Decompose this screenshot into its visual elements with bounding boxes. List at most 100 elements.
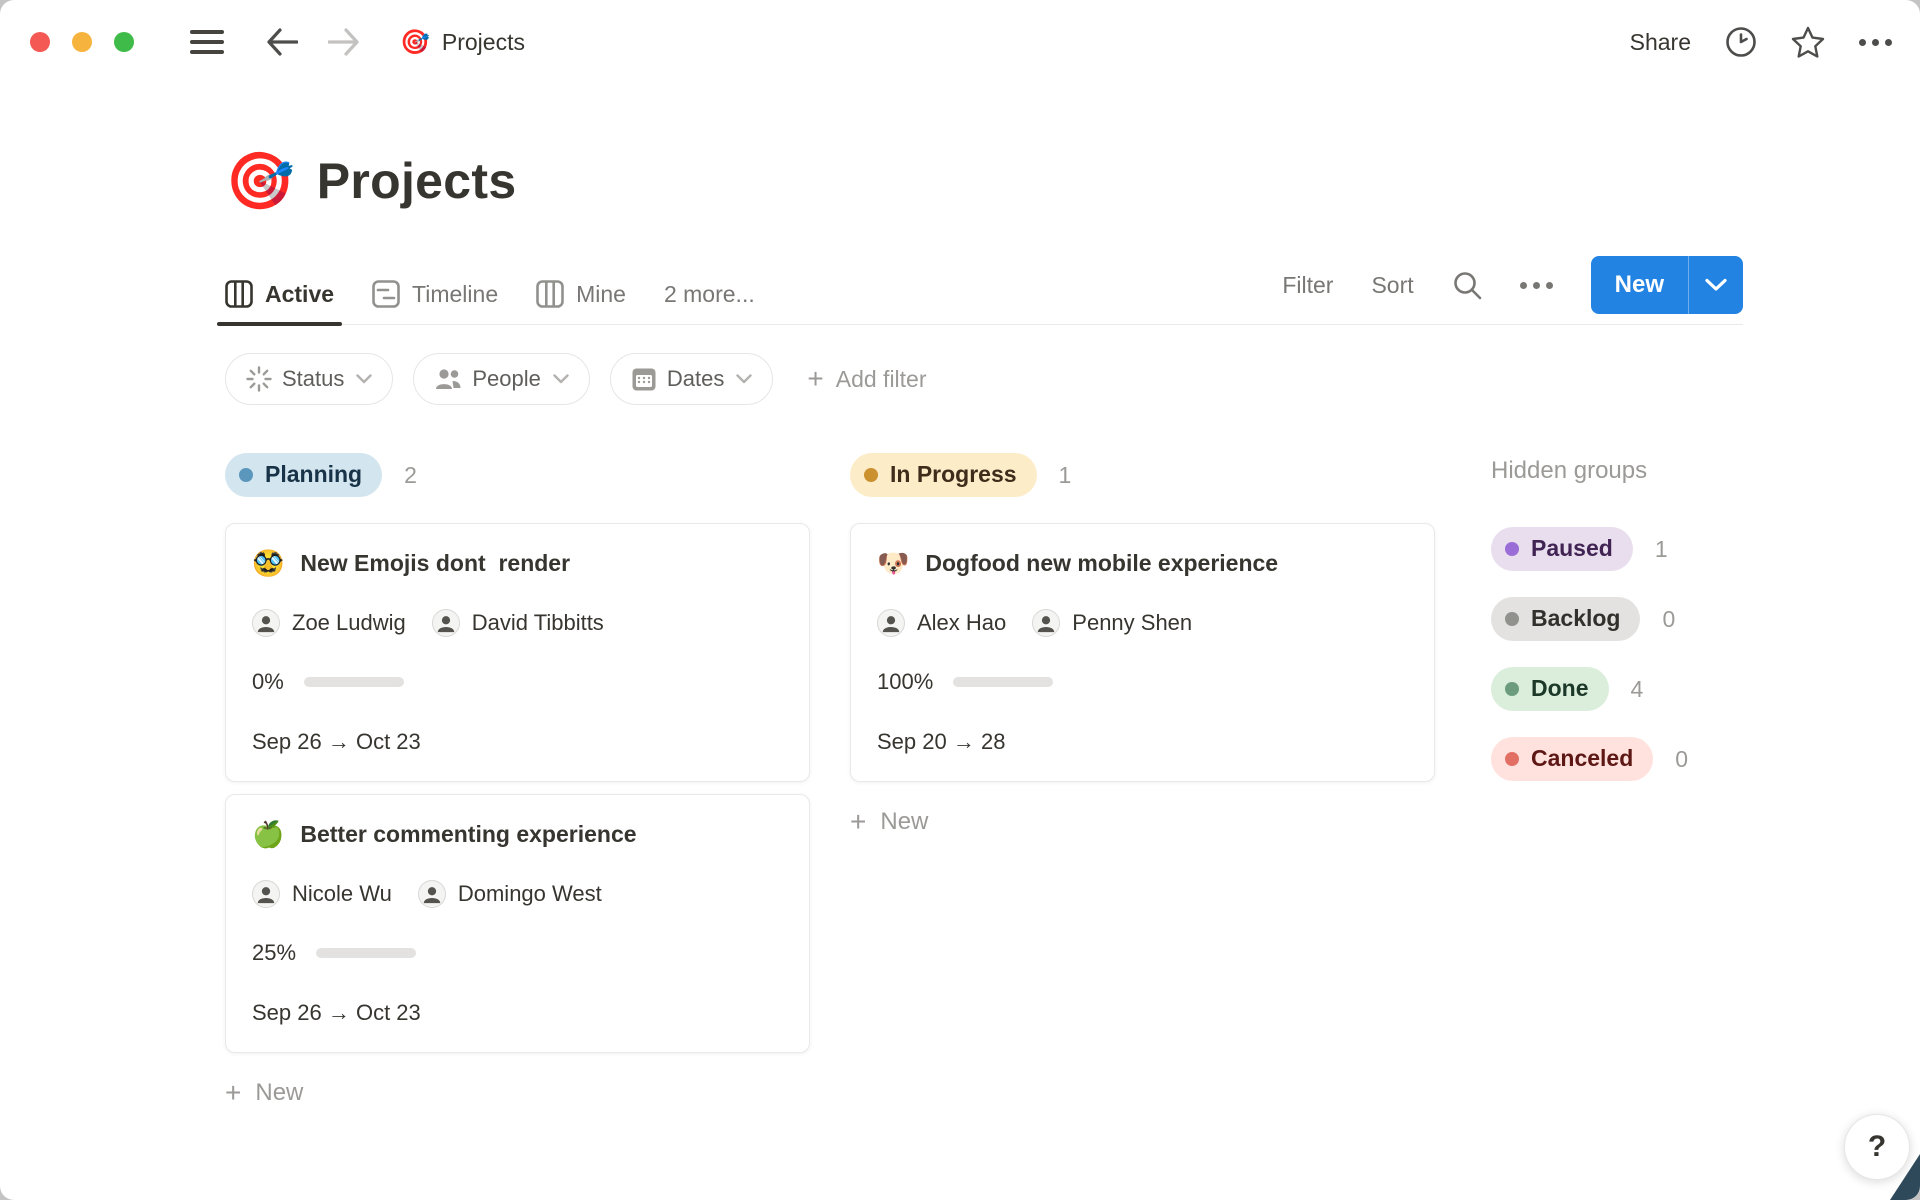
- avatar: [431, 609, 460, 637]
- timeline-icon: [372, 280, 400, 308]
- group-pill-planning[interactable]: Planning: [225, 453, 383, 497]
- tab-active[interactable]: Active: [216, 280, 343, 326]
- tab-label: 2 more...: [663, 280, 755, 307]
- clock-icon: [1726, 27, 1756, 57]
- filter-chip-people[interactable]: People: [413, 353, 590, 405]
- titlebar: 🎯 Projects Share: [0, 0, 1920, 84]
- filter-chip-status[interactable]: Status: [225, 353, 394, 405]
- avatar: [417, 880, 446, 908]
- plus-icon: +: [225, 1077, 242, 1108]
- card-title: Better commenting experience: [300, 821, 637, 847]
- card-progress: 100%: [877, 669, 1408, 695]
- add-card-button[interactable]: + New: [225, 1079, 303, 1107]
- new-button-dropdown[interactable]: [1688, 256, 1743, 314]
- add-card-label: New: [255, 1079, 304, 1106]
- tab-label: Timeline: [412, 280, 499, 307]
- person-name: Zoe Ludwig: [292, 610, 406, 635]
- group-pill-done[interactable]: Done: [1491, 667, 1609, 711]
- search-button[interactable]: [1452, 270, 1482, 300]
- group-count: 1: [1654, 535, 1668, 562]
- back-arrow-icon: [267, 28, 298, 56]
- group-name: Paused: [1531, 535, 1613, 561]
- sort-button[interactable]: Sort: [1371, 272, 1413, 299]
- ellipsis-icon: [1859, 38, 1892, 46]
- group-pill-in-progress[interactable]: In Progress: [850, 453, 1037, 497]
- group-pill-backlog[interactable]: Backlog: [1491, 597, 1641, 641]
- favorite-button[interactable]: [1791, 26, 1825, 58]
- minimize-window-button[interactable]: [72, 32, 92, 52]
- card-title: New Emojis dont render: [300, 550, 571, 576]
- person-chip: Zoe Ludwig: [252, 609, 406, 637]
- new-item-button-group: New: [1590, 256, 1743, 314]
- group-count: 4: [1630, 675, 1644, 702]
- hidden-groups-panel: Hidden groups Paused 1 Backlog 0 Done 4 …: [1491, 453, 1751, 807]
- zoom-window-button[interactable]: [114, 32, 134, 52]
- chevron-down-icon: [736, 374, 753, 384]
- filter-button[interactable]: Filter: [1282, 272, 1333, 299]
- card-people: Nicole Wu Domingo West: [252, 880, 783, 908]
- forward-arrow-icon: [328, 28, 359, 56]
- page-header: 🎯 Projects: [225, 148, 1743, 214]
- tab-mine[interactable]: Mine: [536, 280, 626, 324]
- back-button[interactable]: [266, 28, 298, 56]
- view-tabs-bar: Active Timeline Mine 2 more... Filter So…: [216, 256, 1743, 326]
- status-burst-icon: [246, 366, 272, 392]
- view-options-button[interactable]: [1519, 281, 1553, 289]
- plus-icon: +: [807, 363, 824, 394]
- group-count: 2: [404, 461, 417, 488]
- tab-label: Active: [265, 280, 335, 307]
- hidden-group-row: Canceled 0: [1491, 737, 1751, 781]
- status-dot-icon: [864, 467, 878, 482]
- share-button[interactable]: Share: [1630, 29, 1691, 56]
- sidebar-toggle-button[interactable]: [190, 29, 224, 55]
- group-name: In Progress: [890, 461, 1017, 487]
- progress-bar: [316, 948, 417, 958]
- group-name: Canceled: [1531, 745, 1634, 771]
- add-card-button[interactable]: + New: [850, 808, 928, 836]
- history-button[interactable]: [1725, 26, 1757, 58]
- board-icon: [536, 280, 564, 308]
- group-count: 0: [1662, 605, 1676, 632]
- tab-more-views[interactable]: 2 more...: [664, 280, 755, 324]
- page-emoji-icon[interactable]: 🎯: [225, 148, 295, 214]
- group-pill-canceled[interactable]: Canceled: [1491, 737, 1654, 781]
- progress-label: 0%: [252, 669, 284, 694]
- status-dot-icon: [1505, 751, 1519, 766]
- hamburger-icon: [190, 30, 224, 54]
- group-pill-paused[interactable]: Paused: [1491, 527, 1633, 571]
- tab-timeline[interactable]: Timeline: [372, 280, 498, 324]
- project-card[interactable]: 🥸 New Emojis dont render Zoe Ludwig Davi…: [225, 523, 810, 782]
- document-emoji-icon: 🎯: [400, 28, 430, 56]
- more-options-button[interactable]: [1859, 38, 1892, 46]
- board: Planning 2 🥸 New Emojis dont render Zoe …: [225, 453, 1743, 1107]
- filter-bar: Status People Dates + Add filter: [225, 353, 1743, 405]
- filter-chip-dates[interactable]: Dates: [609, 353, 774, 405]
- add-filter-button[interactable]: + Add filter: [807, 365, 926, 393]
- card-people: Alex Hao Penny Shen: [877, 609, 1408, 637]
- page-title: Projects: [316, 153, 517, 209]
- add-card-label: New: [880, 808, 929, 835]
- card-dates: Sep 20 → 28: [877, 729, 1006, 754]
- hidden-groups-title: Hidden groups: [1491, 457, 1648, 484]
- person-chip: Alex Hao: [877, 609, 1006, 637]
- card-people: Zoe Ludwig David Tibbitts: [252, 609, 783, 637]
- star-icon: [1791, 26, 1825, 58]
- breadcrumb[interactable]: 🎯 Projects: [400, 28, 525, 57]
- filter-chip-label: Dates: [666, 366, 725, 391]
- close-window-button[interactable]: [30, 32, 50, 52]
- status-dot-icon: [1505, 681, 1519, 696]
- person-chip: Penny Shen: [1032, 609, 1192, 637]
- project-card[interactable]: 🍏 Better commenting experience Nicole Wu: [225, 794, 810, 1053]
- app-window: 🎯 Projects Share 🎯 Projects Active Timel…: [0, 0, 1920, 1200]
- new-button[interactable]: New: [1591, 256, 1688, 314]
- chevron-down-icon: [356, 374, 373, 384]
- card-dates: Sep 26 → Oct 23: [252, 1000, 421, 1025]
- card-progress: 0%: [252, 669, 783, 695]
- traffic-lights: [30, 32, 134, 52]
- status-dot-icon: [1505, 611, 1519, 626]
- avatar: [1032, 609, 1061, 637]
- project-card[interactable]: 🐶 Dogfood new mobile experience Alex Hao: [850, 523, 1435, 782]
- forward-button[interactable]: [328, 28, 360, 56]
- card-emoji-icon: 🥸: [252, 548, 285, 578]
- card-emoji-icon: 🐶: [877, 548, 910, 578]
